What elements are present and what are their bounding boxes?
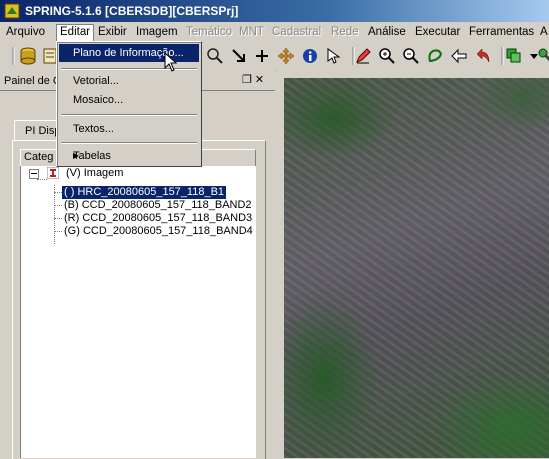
menu-executar[interactable]: Executar: [415, 25, 460, 40]
database-icon[interactable]: [18, 46, 38, 66]
toolbar-separator-2: [493, 46, 504, 66]
menu-separator: [61, 142, 197, 144]
zoom-icon[interactable]: [205, 46, 225, 66]
menu-exibir[interactable]: Exibir: [98, 25, 127, 40]
satellite-image-canvas[interactable]: [284, 78, 549, 458]
menu-item-tabelas[interactable]: Tabelas ▶: [59, 147, 199, 165]
mouse-pointer-icon: [164, 52, 178, 72]
pencil-icon[interactable]: [353, 46, 373, 66]
map-icon[interactable]: [40, 46, 57, 66]
dropdown-icon[interactable]: [524, 46, 538, 66]
menu-arquivo[interactable]: Arquivo: [6, 25, 45, 40]
info-icon[interactable]: [300, 46, 320, 66]
image-display-area: [276, 70, 549, 458]
editar-dropdown-menu: Plano de Informação... Vetorial... Mosai…: [56, 41, 202, 167]
menu-rede[interactable]: Rede: [331, 25, 359, 40]
wrench-icon[interactable]: [536, 46, 549, 66]
add-icon[interactable]: [252, 46, 272, 66]
submenu-arrow-icon: ▶: [73, 151, 80, 160]
menu-ferramentas[interactable]: Ferramentas: [469, 25, 534, 40]
tree-root-imagem[interactable]: (V) Imagem: [66, 167, 123, 180]
tree-item-ccd-band2[interactable]: (B) CCD_20080605_157_118_BAND2: [64, 199, 252, 212]
cursor-icon[interactable]: [229, 46, 249, 66]
menu-separator: [61, 114, 197, 116]
tree-item-hrc-b1[interactable]: ( ) HRC_20080605_157_118_B1: [60, 185, 228, 200]
toolbar-separator: [344, 46, 355, 66]
back-icon[interactable]: [449, 46, 469, 66]
undo-icon[interactable]: [473, 46, 493, 66]
menu-item-textos[interactable]: Textos...: [59, 120, 199, 138]
spring-app-icon: [4, 3, 20, 19]
zoom-in-icon[interactable]: [377, 46, 397, 66]
layers-icon[interactable]: [504, 46, 524, 66]
tree-item-ccd-band3[interactable]: (R) CCD_20080605_157_118_BAND3: [64, 212, 252, 225]
move-icon[interactable]: [276, 46, 296, 66]
menu-tematico[interactable]: Temático: [186, 25, 232, 40]
image-category-icon: [47, 167, 59, 179]
menu-editar[interactable]: Editar: [56, 24, 95, 42]
window-title: SPRING-5.1.6 [CBERSDB][CBERSPrj]: [25, 4, 239, 18]
menu-item-vetorial[interactable]: Vetorial...: [59, 72, 199, 90]
menu-cadastral[interactable]: Cadastral: [272, 25, 321, 40]
tree-item-ccd-band4[interactable]: (G) CCD_20080605_157_118_BAND4: [64, 225, 253, 238]
menu-bar: Arquivo Editar Exibir Imagem Temático MN…: [0, 22, 549, 42]
collapse-toggle[interactable]: [29, 169, 39, 179]
menu-analise[interactable]: Análise: [368, 25, 406, 40]
panel-title: Painel de C: [4, 75, 61, 87]
toolbar-grip: [4, 46, 15, 66]
layer-tree: (V) Imagem ( ) HRC_20080605_157_118_B1 (…: [20, 166, 256, 458]
zoom-out-icon[interactable]: [401, 46, 421, 66]
title-bar: SPRING-5.1.6 [CBERSDB][CBERSPrj]: [0, 0, 549, 22]
zoom-area-icon[interactable]: [425, 46, 445, 66]
menu-imagem[interactable]: Imagem: [136, 25, 178, 40]
select-icon[interactable]: [324, 46, 344, 66]
panel-window-controls[interactable]: ❐ ✕: [242, 73, 264, 86]
menu-item-mosaico[interactable]: Mosaico...: [59, 91, 199, 109]
menu-overflow[interactable]: A: [540, 25, 548, 40]
menu-mnt[interactable]: MNT: [239, 25, 264, 40]
